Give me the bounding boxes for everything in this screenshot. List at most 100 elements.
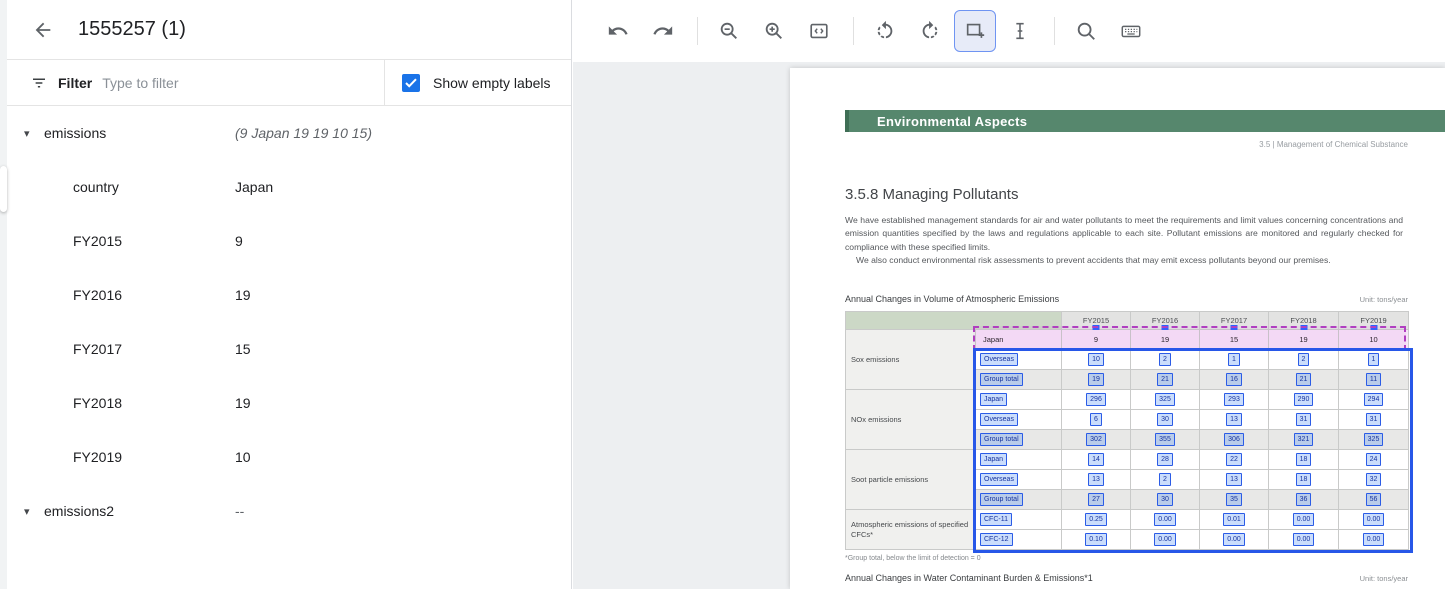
annotation-chip[interactable]: 22 — [1226, 453, 1242, 466]
annotation-chip[interactable]: 1 — [1368, 353, 1380, 366]
label-item-value: 15 — [235, 341, 251, 357]
annotation-chip[interactable]: Group total — [980, 373, 1023, 386]
annotation-chip[interactable]: 10 — [1088, 353, 1104, 366]
document-viewer[interactable]: Environmental Aspects 3.5 | Management o… — [573, 62, 1445, 589]
annotation-chip[interactable]: 13 — [1226, 473, 1242, 486]
redo-button[interactable] — [642, 10, 684, 52]
rotate-left-button[interactable] — [864, 10, 906, 52]
annotation-chip[interactable]: CFC-11 — [980, 513, 1012, 526]
annotation-chip[interactable]: CFC-12 — [980, 533, 1013, 546]
annotation-chip[interactable]: 290 — [1294, 393, 1314, 406]
rotate-right-button[interactable] — [909, 10, 951, 52]
annotation-chip[interactable]: 27 — [1088, 493, 1104, 506]
label-item-country[interactable]: countryJapan — [0, 160, 571, 214]
annotation-chip[interactable]: 294 — [1364, 393, 1384, 406]
annotation-chip[interactable]: 13 — [1226, 413, 1242, 426]
annotation-chip[interactable]: 0.00 — [1154, 513, 1176, 526]
annotation-chip[interactable]: Group total — [980, 493, 1023, 506]
back-button[interactable] — [30, 17, 56, 43]
annotation-chip[interactable]: 28 — [1157, 453, 1173, 466]
annotation-chip[interactable]: Group total — [980, 433, 1023, 446]
annotation-chip[interactable]: 0.01 — [1223, 513, 1245, 526]
annotation-chip[interactable]: 0.00 — [1293, 513, 1315, 526]
annotation-chip[interactable]: 16 — [1226, 373, 1242, 386]
collapse-arrow-icon[interactable]: ▾ — [24, 127, 44, 140]
label-item-FY2016[interactable]: FY201619 — [0, 268, 571, 322]
annotation-chip[interactable]: 30 — [1157, 413, 1173, 426]
doc-heading: 3.5.8 Managing Pollutants — [845, 186, 1018, 203]
annotation-chip[interactable]: 32 — [1366, 473, 1382, 486]
annotation-chip[interactable]: 31 — [1296, 413, 1312, 426]
zoom-out-button[interactable] — [708, 10, 750, 52]
annotation-chip[interactable]: 0.00 — [1223, 533, 1245, 546]
annotation-chip[interactable]: 2 — [1159, 473, 1171, 486]
annotation-chip[interactable]: 18 — [1296, 453, 1312, 466]
annotation-chip[interactable]: 0.00 — [1293, 533, 1315, 546]
undo-button[interactable] — [597, 10, 639, 52]
show-empty-labels-toggle[interactable]: Show empty labels — [385, 60, 551, 105]
annotation-chip[interactable]: 18 — [1296, 473, 1312, 486]
add-bounding-box-button[interactable] — [954, 10, 996, 52]
annotation-chip[interactable]: 11 — [1366, 373, 1381, 386]
label-group-emissions[interactable]: ▾emissions(9 Japan 19 19 10 15) — [0, 106, 571, 160]
filter-field[interactable]: Filter — [0, 60, 385, 105]
annotation-chip[interactable]: 56 — [1366, 493, 1382, 506]
annotation-chip[interactable]: 355 — [1155, 433, 1175, 446]
region-cell: CFC-12 — [976, 530, 1062, 550]
annotation-chip[interactable]: 24 — [1366, 453, 1382, 466]
annotation-chip[interactable]: 2 — [1298, 353, 1310, 366]
annotation-chip[interactable]: 325 — [1155, 393, 1175, 406]
label-item-FY2015[interactable]: FY20159 — [0, 214, 571, 268]
annotation-chip[interactable]: 321 — [1294, 433, 1314, 446]
annotation-chip[interactable]: 1 — [1228, 353, 1240, 366]
annotation-chip[interactable]: Overseas — [980, 413, 1018, 426]
annotation-chip[interactable]: 19 — [1088, 373, 1104, 386]
section-band-title: Environmental Aspects — [877, 114, 1027, 129]
annotation-tick — [1370, 325, 1377, 330]
annotation-chip[interactable]: 325 — [1364, 433, 1384, 446]
annotation-chip[interactable]: Overseas — [980, 473, 1018, 486]
annotation-chip[interactable]: Japan — [980, 453, 1007, 466]
label-item-Emitted_Air[interactable]: Emitted_Air-- — [0, 538, 571, 543]
annotation-chip[interactable]: 14 — [1088, 453, 1104, 466]
table-row: Atmospheric emissions of specified CFCs*… — [846, 510, 1409, 530]
annotation-chip[interactable]: 2 — [1159, 353, 1171, 366]
show-empty-labels-checkbox[interactable] — [402, 74, 420, 92]
collapse-arrow-icon[interactable]: ▾ — [24, 505, 44, 518]
annotation-chip[interactable]: 6 — [1090, 413, 1102, 426]
zoom-in-button[interactable] — [753, 10, 795, 52]
annotation-chip[interactable]: 31 — [1366, 413, 1382, 426]
label-item-FY2019[interactable]: FY201910 — [0, 430, 571, 484]
annotation-chip[interactable]: 21 — [1157, 373, 1173, 386]
filter-input[interactable] — [102, 75, 332, 91]
region-cell: Group total — [976, 370, 1062, 390]
label-item-FY2018[interactable]: FY201819 — [0, 376, 571, 430]
annotation-chip[interactable]: 0.00 — [1154, 533, 1176, 546]
annotation-chip[interactable]: 296 — [1086, 393, 1106, 406]
annotation-chip[interactable]: 302 — [1086, 433, 1106, 446]
label-group-emissions2[interactable]: ▾emissions2-- — [0, 484, 571, 538]
label-item-FY2017[interactable]: FY201715 — [0, 322, 571, 376]
annotation-chip[interactable]: 0.00 — [1363, 513, 1385, 526]
text-select-button[interactable] — [999, 10, 1041, 52]
sidebar-scrollbar[interactable] — [0, 0, 7, 589]
scrollbar-thumb[interactable] — [0, 166, 7, 212]
annotation-chip[interactable]: 36 — [1296, 493, 1312, 506]
annotation-chip[interactable]: 13 — [1088, 473, 1104, 486]
annotation-chip[interactable]: 21 — [1296, 373, 1312, 386]
annotation-chip[interactable]: Japan — [980, 393, 1007, 406]
code-box-button[interactable] — [798, 10, 840, 52]
zoom-in-icon — [763, 20, 785, 42]
annotation-chip[interactable]: 30 — [1157, 493, 1173, 506]
keyboard-icon — [1120, 20, 1142, 42]
annotation-chip[interactable]: 0.00 — [1363, 533, 1385, 546]
annotation-chip[interactable]: 306 — [1224, 433, 1244, 446]
annotation-chip[interactable]: 35 — [1226, 493, 1242, 506]
annotation-chip[interactable]: 0.25 — [1085, 513, 1107, 526]
annotation-chip[interactable]: Overseas — [980, 353, 1018, 366]
annotation-chip[interactable]: 0.10 — [1085, 533, 1107, 546]
search-button[interactable] — [1065, 10, 1107, 52]
value-cell: 0.00 — [1200, 530, 1269, 550]
keyboard-button[interactable] — [1110, 10, 1152, 52]
annotation-chip[interactable]: 293 — [1224, 393, 1244, 406]
